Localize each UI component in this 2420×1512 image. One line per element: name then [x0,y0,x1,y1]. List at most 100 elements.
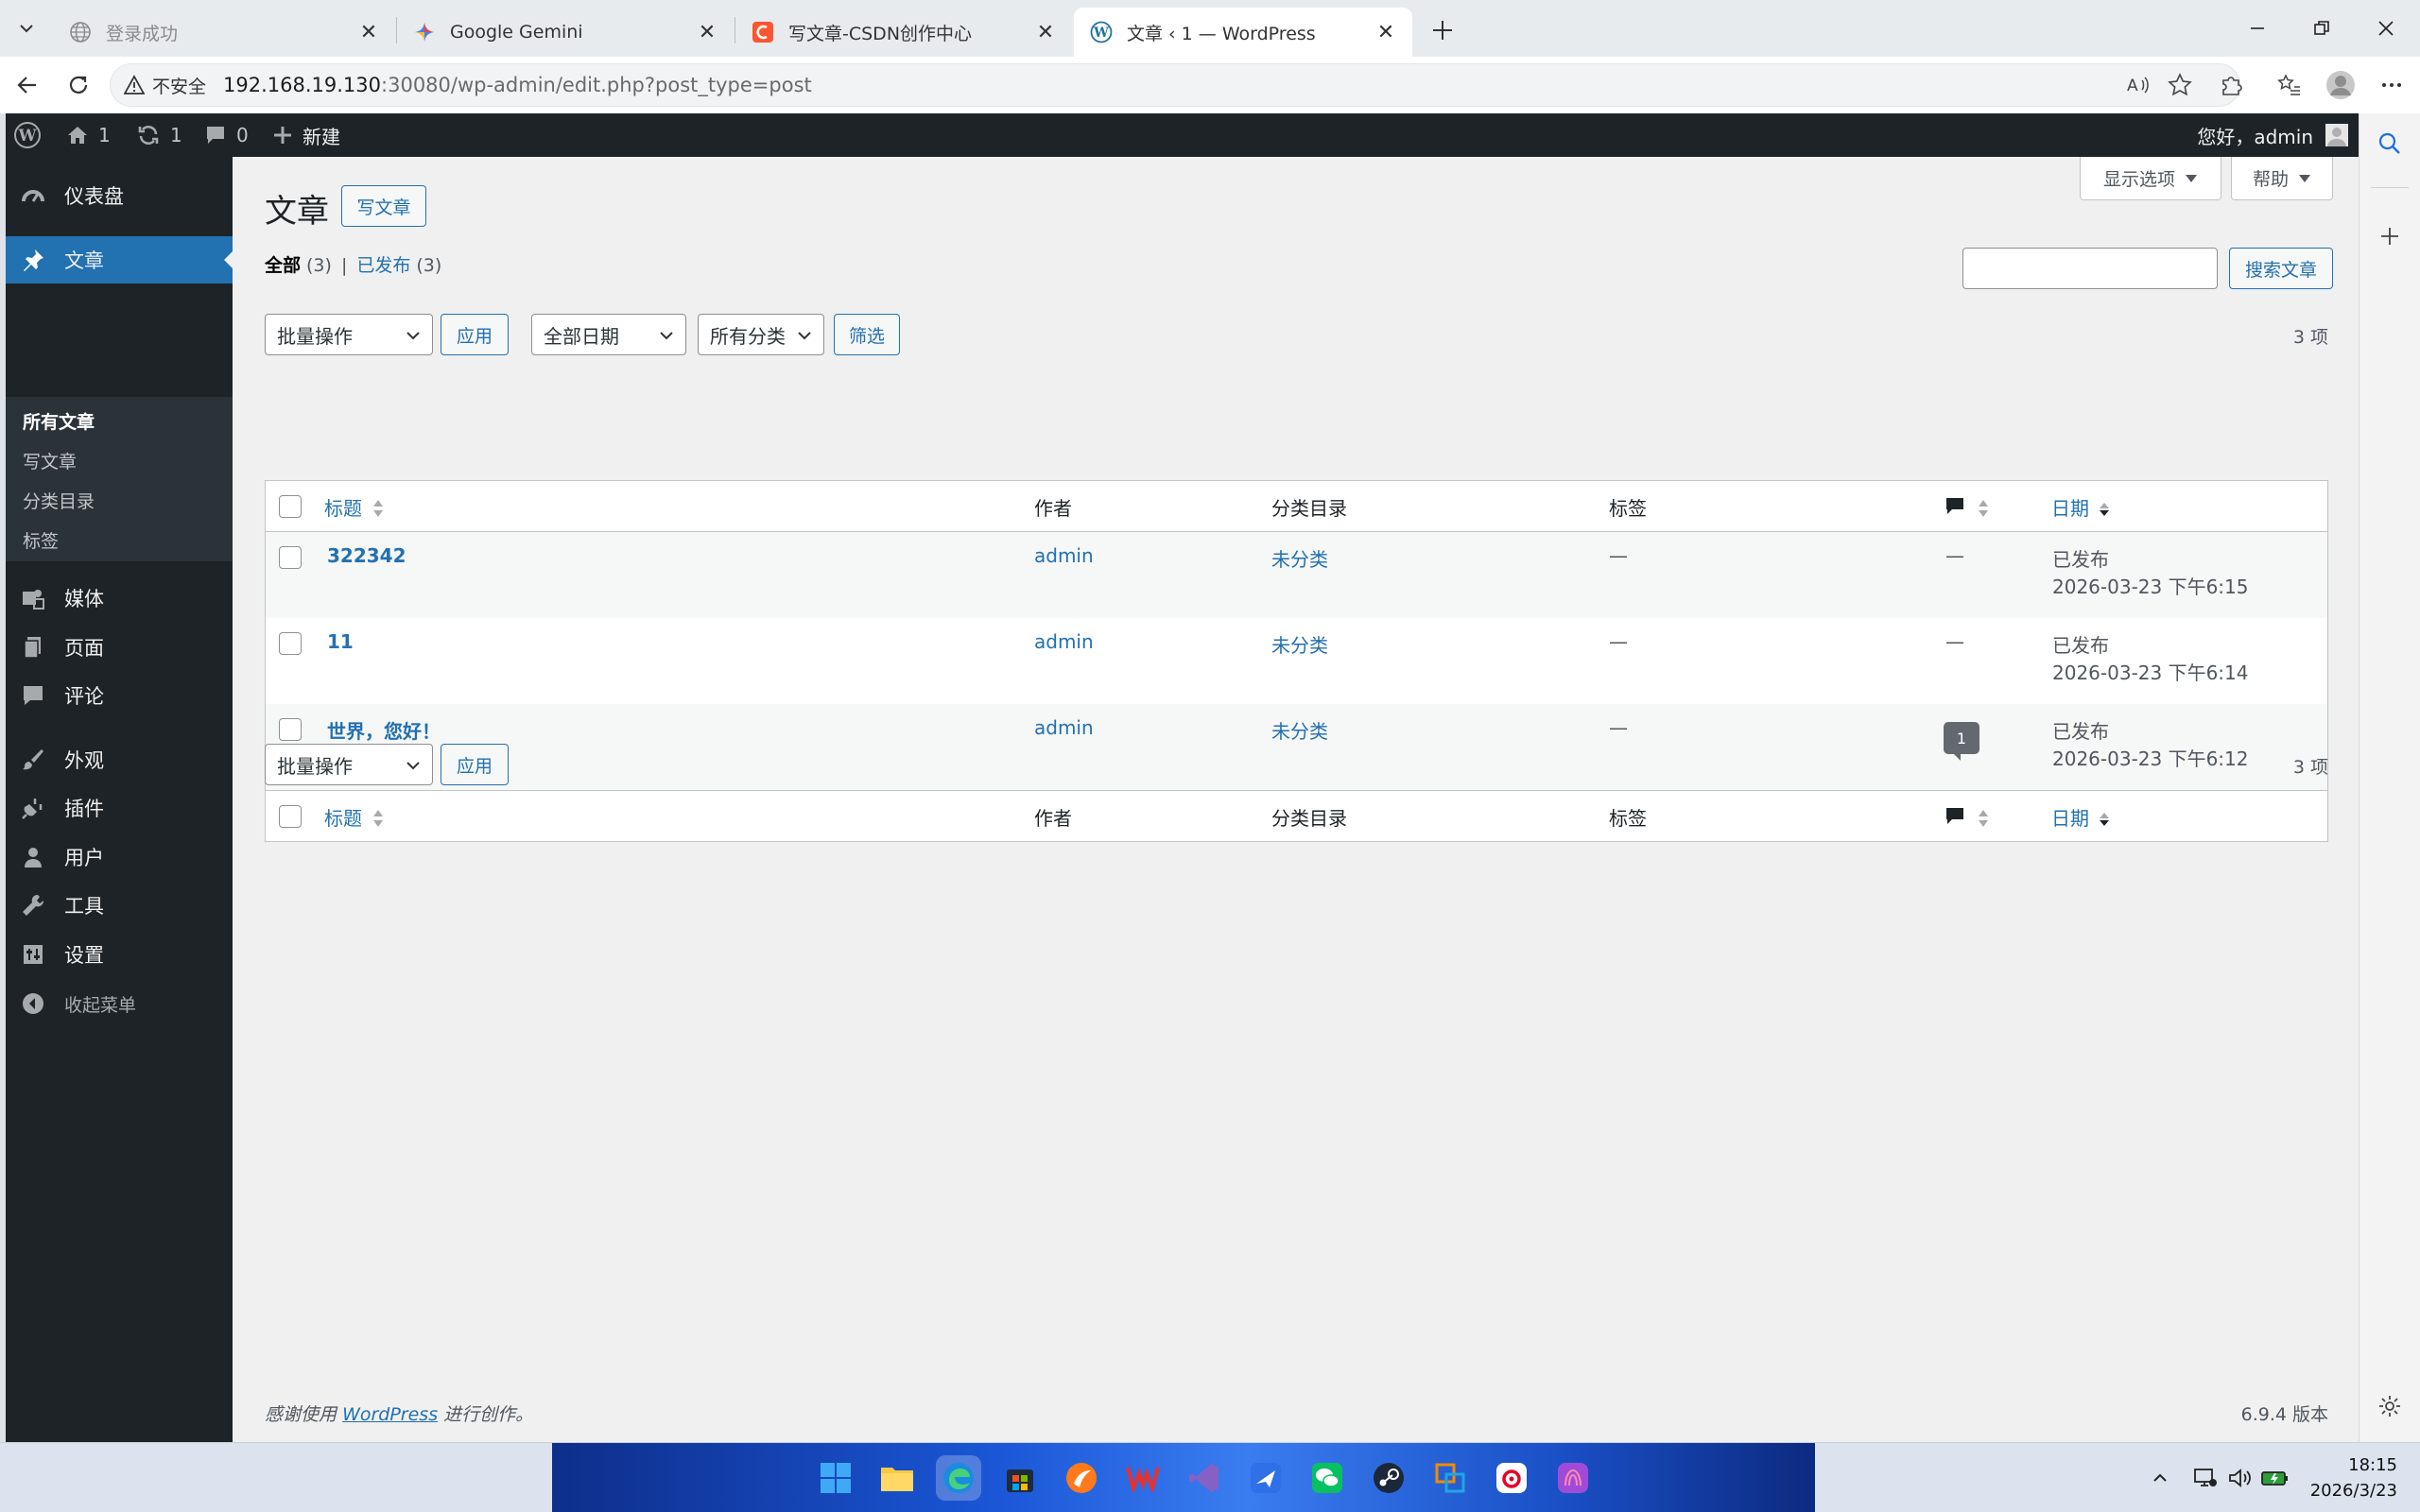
close-tab-icon[interactable]: ✕ [1034,21,1057,44]
taskbar-netease-music[interactable] [1489,1455,1534,1501]
back-button[interactable] [9,68,45,102]
tray-overflow-button[interactable] [2144,1462,2176,1494]
close-window-button[interactable] [2358,9,2414,47]
admin-bar-comments[interactable]: 0 [204,113,249,157]
menu-item-tools[interactable]: 工具 [6,882,233,929]
post-author-link[interactable]: admin [1034,716,1094,739]
taskbar-steam[interactable] [1366,1455,1411,1501]
post-category-link[interactable]: 未分类 [1271,630,1328,658]
menu-item-comments[interactable]: 评论 [6,672,233,719]
taskbar-wps[interactable] [1120,1455,1166,1501]
filter-all[interactable]: 全部 [265,255,301,276]
post-author-link[interactable]: admin [1034,544,1094,567]
submenu-categories[interactable]: 分类目录 [23,488,95,513]
date-filter-select[interactable]: 全部日期 [531,314,686,355]
url-field[interactable]: 不安全 192.168.19.130:30080/wp-admin/edit.p… [110,63,2240,107]
sidebar-add-button[interactable] [2373,219,2407,253]
help-button[interactable]: 帮助 [2231,157,2333,200]
select-all-checkbox[interactable] [279,495,302,518]
footer-wordpress-link[interactable]: WordPress [342,1404,438,1425]
comment-count-bubble[interactable]: 1 [1944,722,1979,761]
menu-item-media[interactable]: 媒体 [6,575,233,622]
tab-google-gemini[interactable]: Google Gemini ✕ [397,8,734,57]
admin-bar-my-account[interactable]: 您好，admin [2197,113,2349,157]
tab-list-button[interactable] [8,11,45,45]
column-date-sort[interactable]: 日期 [2051,803,2089,831]
tab-wordpress[interactable]: W 文章 ‹ 1 — WordPress ✕ [1074,8,1412,57]
security-label[interactable]: 不安全 [152,73,206,98]
bulk-action-select-bottom[interactable]: 批量操作 [265,744,433,785]
close-tab-icon[interactable]: ✕ [357,21,380,44]
new-tab-button[interactable] [1426,13,1460,47]
submenu-add-new[interactable]: 写文章 [23,448,77,473]
sort-arrows-icon[interactable] [1977,808,1990,829]
apply-bulk-action-button[interactable]: 应用 [441,314,509,355]
taskbar-vmware[interactable] [1427,1455,1473,1501]
add-new-post-button[interactable]: 写文章 [341,185,426,227]
collapse-menu-button[interactable]: 收起菜单 [6,980,233,1027]
tray-network[interactable] [2189,1462,2221,1494]
column-date-sort[interactable]: 日期 [2051,493,2089,521]
restore-button[interactable] [2293,9,2350,47]
bulk-action-select[interactable]: 批量操作 [265,314,433,355]
row-checkbox[interactable] [279,632,302,655]
post-search-input[interactable] [1962,248,2218,289]
read-aloud-button[interactable]: A [2121,68,2155,102]
post-title-link[interactable]: 322342 [327,544,406,567]
taskbar-clock[interactable]: 18:15 2026/3/23 [2310,1452,2397,1503]
admin-bar-updates[interactable]: 1 [136,113,182,157]
taskbar-pink-app[interactable] [1550,1455,1596,1501]
post-author-link[interactable]: admin [1034,630,1094,653]
sidebar-search-button[interactable] [2373,127,2407,161]
filter-button[interactable]: 筛选 [834,314,900,355]
filter-published[interactable]: 已发布 [356,255,410,276]
favorite-button[interactable] [2163,68,2197,102]
row-checkbox[interactable] [279,546,302,569]
favorites-bar-button[interactable] [2273,68,2307,102]
taskbar-file-explorer[interactable] [874,1455,920,1501]
close-tab-icon[interactable]: ✕ [696,21,718,44]
admin-bar-new[interactable]: 新建 [272,113,340,157]
settings-more-button[interactable] [2375,68,2409,102]
category-filter-select[interactable]: 所有分类 [698,314,824,355]
menu-item-appearance[interactable]: 外观 [6,736,233,783]
screen-options-button[interactable]: 显示选项 [2080,157,2221,200]
menu-item-users[interactable]: 用户 [6,833,233,881]
sidebar-settings-button[interactable] [2373,1389,2407,1423]
taskbar-orange-app[interactable] [1059,1455,1104,1501]
comment-column-icon[interactable] [1945,496,1965,517]
taskbar-store[interactable] [997,1455,1043,1501]
refresh-button[interactable] [60,68,96,102]
submenu-all-posts[interactable]: 所有文章 [23,408,95,434]
column-title-sort[interactable]: 标题 [324,493,362,521]
taskbar-wechat[interactable] [1305,1455,1350,1501]
tab-csdn[interactable]: 写文章-CSDN创作中心 ✕ [735,8,1072,57]
taskbar-feishu[interactable] [1243,1455,1288,1501]
sort-arrows-icon[interactable] [1977,498,1990,519]
submenu-tags[interactable]: 标签 [23,527,59,553]
select-all-checkbox[interactable] [279,805,302,828]
menu-item-pages[interactable]: 页面 [6,624,233,671]
tray-volume[interactable] [2223,1462,2256,1494]
menu-item-plugins[interactable]: 插件 [6,784,233,832]
taskbar-visual-studio[interactable] [1182,1455,1227,1501]
close-tab-icon[interactable]: ✕ [1374,21,1397,44]
apply-bulk-action-button-bottom[interactable]: 应用 [441,744,509,785]
row-checkbox[interactable] [279,718,302,741]
post-category-link[interactable]: 未分类 [1271,716,1328,744]
wp-logo-button[interactable]: W [13,113,42,157]
admin-bar-site-home[interactable]: 1 [66,113,111,157]
search-posts-button[interactable]: 搜索文章 [2229,248,2333,289]
post-title-link[interactable]: 11 [327,630,354,653]
taskbar-edge[interactable] [936,1455,981,1501]
profile-button[interactable] [2324,68,2358,102]
menu-item-posts[interactable]: 文章 [6,236,233,284]
tab-login-success[interactable]: 登录成功 ✕ [53,8,395,57]
column-title-sort[interactable]: 标题 [324,803,362,831]
comment-column-icon[interactable] [1945,806,1965,827]
menu-item-dashboard[interactable]: 仪表盘 [6,172,233,219]
start-button[interactable] [813,1455,858,1501]
post-category-link[interactable]: 未分类 [1271,544,1328,572]
post-title-link[interactable]: 世界，您好！ [327,716,441,744]
tray-battery[interactable] [2259,1462,2291,1494]
